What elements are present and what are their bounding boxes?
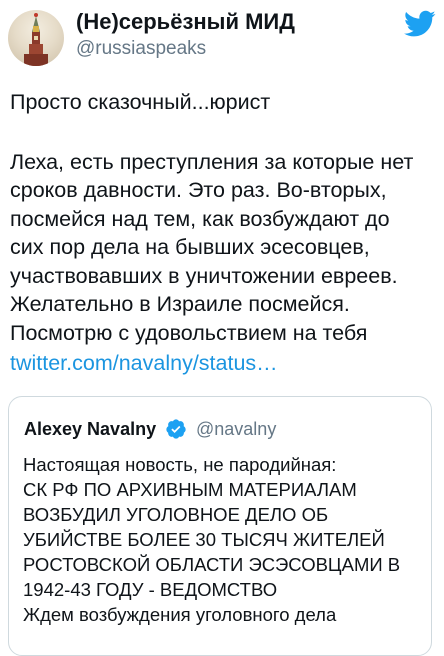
- twitter-bird-icon[interactable]: [404, 10, 436, 38]
- author-handle[interactable]: @russiaspeaks: [76, 38, 206, 60]
- tweet-link[interactable]: twitter.com/navalny/status…: [10, 349, 278, 377]
- verified-badge-icon: [166, 419, 186, 439]
- quoted-text-line: 1942-43 ГОДУ - ВЕДОМСТВО: [23, 579, 278, 600]
- quoted-author-handle: @navalny: [196, 419, 277, 439]
- kremlin-tower-icon: [24, 13, 48, 66]
- quoted-tweet[interactable]: Alexey Navalny @navalny Настоящая новост…: [8, 396, 432, 656]
- tweet-text-line: Посмотрю с удовольствием на тебя: [10, 321, 368, 345]
- avatar[interactable]: [8, 10, 64, 66]
- author-name[interactable]: (Не)серьёзный МИД: [76, 9, 295, 35]
- quoted-text-line: УБИЙСТВЕ БОЛЕЕ 30 ТЫСЯЧ ЖИТЕЛЕЙ: [23, 529, 385, 550]
- tweet-header: (Не)серьёзный МИД @russiaspeaks: [0, 0, 444, 72]
- tweet-text-line: участвовавших в уничтожении евреев.: [10, 264, 398, 288]
- tweet-text-line: посмейся над тем, как возбуждают до: [10, 207, 390, 231]
- quoted-text-line: Ждем возбуждения уголовного дела: [23, 604, 337, 625]
- tweet-text-line: сроков давности. Это раз. Во-вторых,: [10, 178, 387, 202]
- quoted-text-line: ВОЗБУДИЛ УГОЛОВНОЕ ДЕЛО ОБ: [23, 504, 329, 525]
- quoted-text-line: Настоящая новость, не пародийная:: [23, 454, 337, 475]
- tweet-text-line: Леха, есть преступления за которые нет: [10, 150, 414, 174]
- quoted-author-name: Alexey Navalny: [24, 419, 157, 439]
- tweet-text-line: сих пор дела на бывших эсесовцев,: [10, 235, 370, 259]
- quoted-text-line: РОСТОВСКОЙ ОБЛАСТИ ЭСЭСОВЦАМИ В: [23, 554, 401, 575]
- tweet-text-line: Желательно в Израиле посмейся.: [10, 292, 350, 316]
- tweet-text-line: Просто сказочный...юрист: [10, 90, 271, 114]
- quoted-text-line: СК РФ ПО АРХИВНЫМ МАТЕРИАЛАМ: [23, 479, 357, 500]
